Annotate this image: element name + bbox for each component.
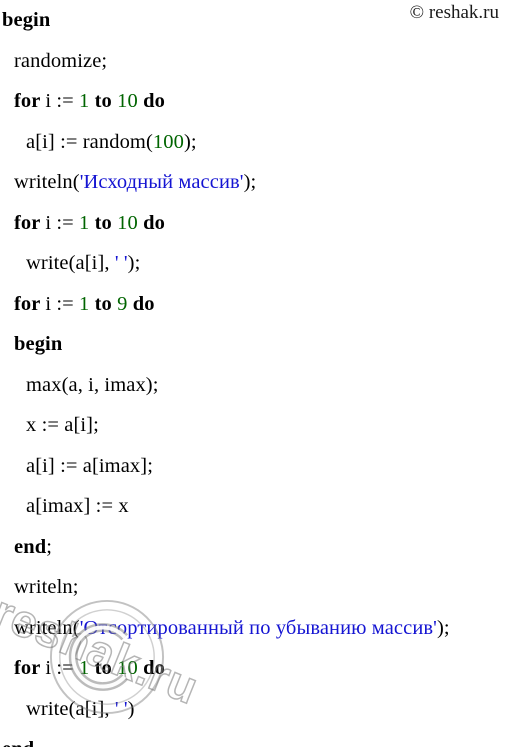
code-line: end; [0, 527, 507, 568]
code-token-kw: do [137, 211, 165, 234]
code-token-plain: ) [127, 697, 135, 720]
code-token-plain: ); [183, 130, 197, 153]
code-token-plain: a[i] := random( [26, 130, 153, 153]
code-token-num: 10 [117, 90, 138, 112]
code-line: begin [0, 324, 507, 365]
code-token-num: 1 [79, 211, 90, 234]
code-token-num: 1 [79, 657, 90, 679]
code-token-kw: for [14, 211, 46, 234]
code-token-plain: i := [45, 90, 80, 112]
code-token-plain: write(a[i], [26, 252, 115, 274]
code-token-num: 10 [117, 211, 138, 234]
code-token-str: ' ' [114, 697, 128, 720]
code-token-plain: ); [436, 616, 450, 639]
code-token-kw: do [127, 292, 155, 315]
code-token-kw: begin [14, 333, 63, 355]
code-line: a[i] := random(100); [0, 122, 507, 163]
code-token-kw: to [89, 292, 118, 315]
code-listing-page: © reshak.ru begin randomize; for i := 1 to… [0, 0, 507, 747]
code-token-plain: writeln( [14, 616, 80, 639]
pascal-code-block: begin randomize; for i := 1 to 10 do a[i] :… [0, 0, 507, 747]
code-line: max(a, i, imax); [0, 365, 507, 406]
code-line: writeln; [0, 567, 507, 608]
code-token-kw: to [89, 657, 118, 679]
code-token-plain: writeln( [14, 171, 80, 193]
code-token-plain: writeln; [14, 576, 79, 598]
code-token-plain: x := a[i]; [26, 414, 99, 436]
code-token-num: 100 [152, 130, 184, 153]
code-token-kw: to [89, 90, 118, 112]
code-line: for i := 1 to 10 do [0, 203, 507, 244]
code-token-str: 'Исходный массив' [79, 171, 244, 193]
code-token-plain: ); [127, 252, 141, 274]
code-line: begin [0, 0, 507, 41]
code-line: for i := 1 to 10 do [0, 81, 507, 122]
code-token-kw: for [14, 292, 46, 315]
code-token-kw: for [14, 90, 46, 112]
code-token-plain: max(a, i, imax); [26, 373, 159, 396]
code-line: write(a[i], ' '); [0, 243, 507, 284]
code-token-plain: a[i] := a[imax]; [26, 454, 153, 477]
code-line: writeln('Отсортированный по убыванию мас… [0, 608, 507, 649]
code-token-plain: i := [45, 292, 80, 315]
code-token-kw: end [14, 535, 47, 558]
code-token-num: 10 [117, 657, 138, 679]
code-token-str: ' ' [114, 252, 128, 274]
code-token-kw: for [14, 657, 46, 679]
code-line: a[i] := a[imax]; [0, 446, 507, 487]
code-token-plain: i := [45, 657, 80, 679]
code-token-kw: do [137, 657, 165, 679]
code-token-str: 'Отсортированный по убыванию массив' [79, 616, 437, 639]
code-line: end. [0, 729, 507, 747]
code-token-num: 1 [79, 292, 90, 315]
code-line: x := a[i]; [0, 405, 507, 446]
code-token-plain: i := [45, 211, 80, 234]
code-token-plain: ; [46, 535, 52, 558]
code-token-num: 9 [117, 292, 128, 315]
code-line: for i := 1 to 10 do [0, 648, 507, 689]
code-line: for i := 1 to 9 do [0, 284, 507, 325]
code-line: write(a[i], ' ') [0, 689, 507, 730]
code-token-plain: ); [243, 171, 257, 193]
code-line: a[imax] := x [0, 486, 507, 527]
code-token-num: 1 [79, 90, 90, 112]
code-line: randomize; [0, 41, 507, 82]
code-token-plain: randomize; [14, 49, 108, 72]
code-token-plain: . [34, 738, 39, 747]
code-token-kw: begin [2, 9, 51, 31]
code-token-kw: do [137, 90, 165, 112]
code-token-kw: end [2, 738, 34, 747]
code-token-plain: a[imax] := x [26, 495, 129, 517]
code-line: writeln('Исходный массив'); [0, 162, 507, 203]
code-token-plain: write(a[i], [26, 697, 115, 720]
code-token-kw: to [89, 211, 118, 234]
